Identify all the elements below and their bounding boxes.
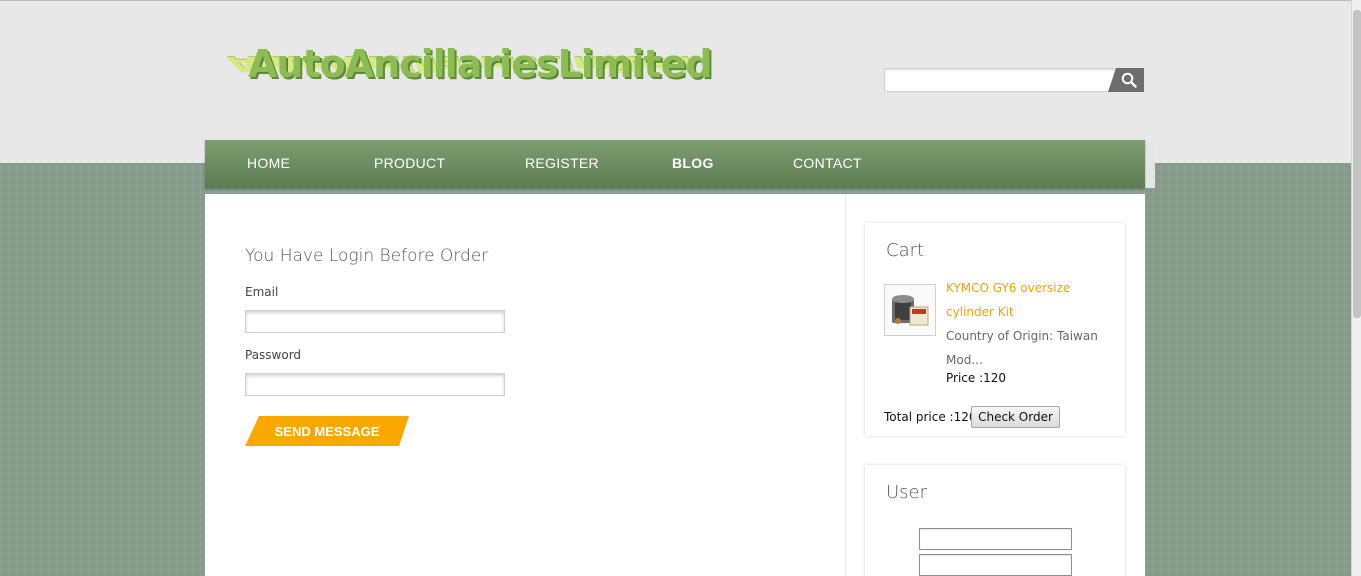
email-label: Email	[245, 285, 279, 299]
cart-title: Cart	[886, 240, 925, 261]
user-field-2[interactable]	[919, 554, 1072, 576]
page-scrollbar[interactable]	[1351, 0, 1361, 576]
cart-total: Total price :120	[884, 410, 977, 424]
login-form-title: You Have Login Before Order	[245, 246, 489, 266]
nav-item-blog[interactable]: BLOG	[672, 155, 714, 171]
nav-item-product[interactable]: PRODUCT	[374, 155, 445, 171]
password-label: Password	[245, 348, 302, 362]
nav-item-register[interactable]: REGISTER	[525, 155, 599, 171]
user-field-1[interactable]	[919, 528, 1072, 550]
logo-text: AutoAncillariesLimited	[248, 42, 713, 86]
cart-item-price: Price :120	[946, 371, 1007, 385]
check-order-button[interactable]: Check Order	[971, 406, 1060, 428]
cart-item-description: Country of Origin: Taiwan Mod...	[946, 329, 1098, 367]
column-divider	[845, 194, 846, 576]
cylinder-kit-thumbnail	[892, 295, 929, 326]
email-field[interactable]	[245, 310, 505, 333]
nav-item-home[interactable]: HOME	[247, 155, 290, 171]
search-input[interactable]	[884, 68, 1116, 92]
nav-corner	[1145, 143, 1155, 188]
site-logo[interactable]: AutoAncillariesLimited AutoAncillariesLi…	[224, 38, 792, 118]
main-navigation: HOME PRODUCT REGISTER BLOG CONTACT	[205, 140, 1145, 188]
send-message-button[interactable]: SEND MESSAGE	[245, 416, 409, 446]
user-widget: User	[865, 465, 1125, 576]
user-title: User	[886, 482, 928, 503]
magnifier-icon	[1121, 72, 1137, 88]
cart-item-name[interactable]: KYMCO GY6 oversize cylinder Kit	[946, 276, 1106, 324]
nav-item-contact[interactable]: CONTACT	[793, 155, 862, 171]
password-field[interactable]	[245, 373, 505, 396]
cart-widget: Cart KYMCO GY6 oversize cylinder Kit Cou…	[865, 223, 1125, 436]
scrollbar-thumb[interactable]	[1353, 10, 1361, 318]
cart-item-image[interactable]	[884, 284, 936, 336]
